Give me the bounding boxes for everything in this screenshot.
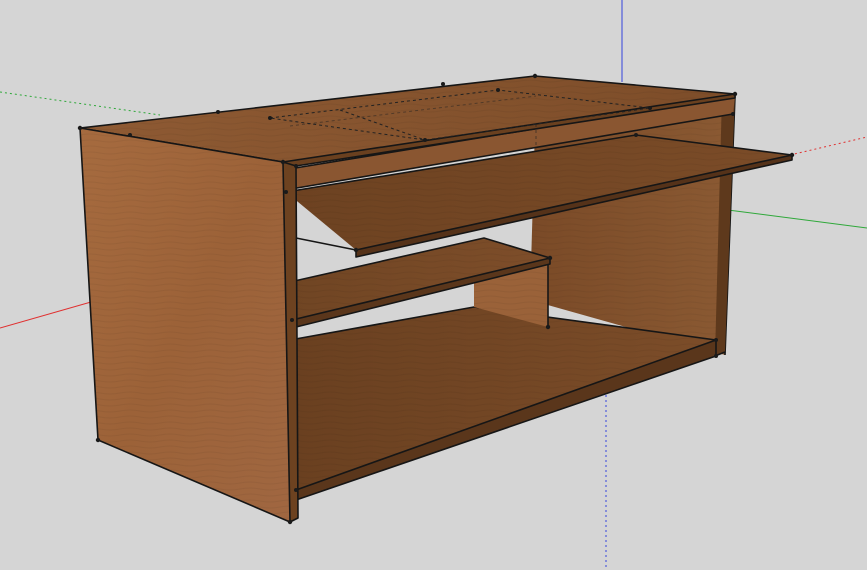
- 3d-viewport[interactable]: [0, 0, 867, 570]
- bottom-shelf[interactable]: [289, 306, 717, 501]
- left-side-panel[interactable]: [79, 127, 299, 523]
- model-canvas[interactable]: [0, 0, 867, 570]
- axis-red-right: [789, 136, 867, 156]
- axis-red-left: [0, 299, 99, 329]
- axis-green-left: [0, 91, 161, 116]
- axis-green-right: [727, 209, 867, 229]
